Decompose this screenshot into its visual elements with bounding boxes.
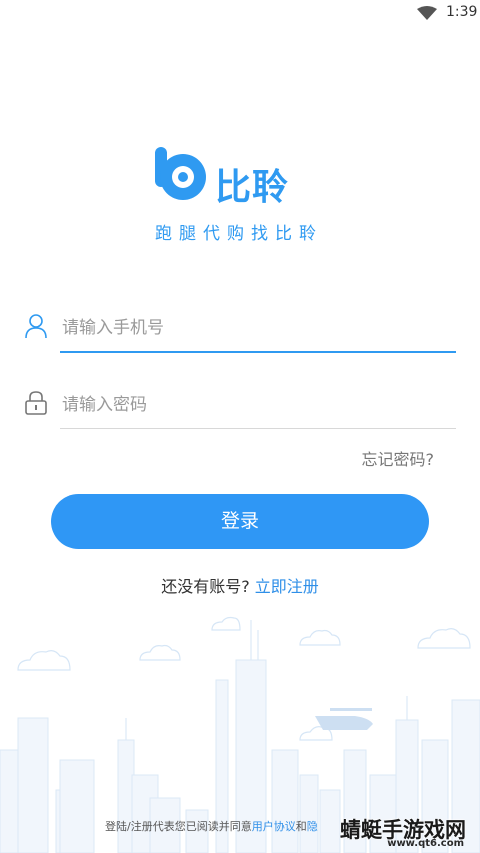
signup-prompt: 还没有账号? <box>161 577 250 596</box>
user-icon <box>24 313 48 339</box>
status-time: 1:39 <box>446 4 478 20</box>
password-input[interactable] <box>60 390 444 420</box>
signup-row: 还没有账号? 立即注册 <box>0 573 480 597</box>
agreement-text: 登陆/注册代表您已阅读并同意用户协议和隐 <box>105 820 318 833</box>
wifi-icon <box>417 5 437 24</box>
brand-slogan: 跑腿代购找比聆 <box>155 224 323 244</box>
phone-underline <box>60 351 456 353</box>
password-underline <box>60 428 456 429</box>
user-agreement-link[interactable]: 用户协议 <box>252 820 296 833</box>
register-link[interactable]: 立即注册 <box>255 577 319 596</box>
password-field <box>24 382 456 430</box>
login-button[interactable]: 登录 <box>51 494 429 549</box>
b-logo-icon <box>153 145 211 207</box>
watermark-url: www.qt6.com <box>387 838 464 849</box>
lock-icon <box>24 390 48 416</box>
privacy-policy-link[interactable]: 隐 <box>307 820 318 833</box>
status-bar: 1:39 <box>0 0 480 26</box>
brand-name: 比聆 <box>215 167 290 208</box>
phone-field <box>24 305 456 353</box>
forgot-password-link[interactable]: 忘记密码? <box>362 446 435 470</box>
phone-input[interactable] <box>60 313 444 343</box>
